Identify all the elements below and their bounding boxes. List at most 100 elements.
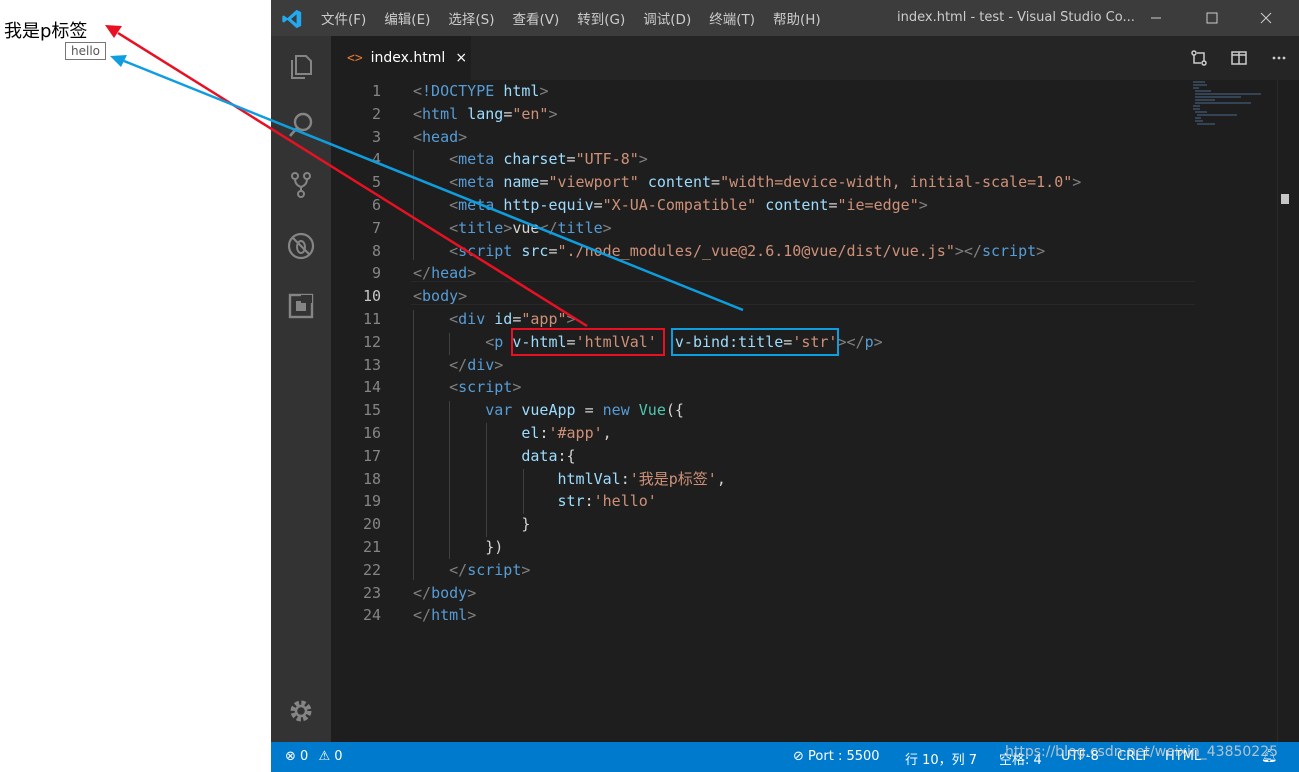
code-token: </ [413,583,432,602]
split-editor-icon[interactable] [1219,36,1259,80]
code-token: content [647,173,712,192]
code-token: name [503,173,540,192]
code-token: title [557,218,603,237]
code-line[interactable]: 8 <script src="./node_modules/_vue@2.6.1… [331,240,1211,263]
code-token: > [1072,173,1082,192]
code-text: <meta charset="UTF-8"> [413,148,648,171]
code-token: > [548,104,558,123]
code-text: <body> [413,285,467,308]
line-number: 19 [362,492,381,511]
problems-indicator[interactable]: ⊗ 0 ⚠ 0 [285,749,343,764]
code-line[interactable]: 12 <p v-html='htmlVal' v-bind:title='str… [331,331,1211,354]
code-token: vueApp [521,401,576,420]
code-token: > [512,378,522,397]
code-token: = [503,104,513,123]
menu-item-6[interactable]: 终端(T) [709,8,755,28]
explorer-icon[interactable] [284,50,318,84]
code-token: < [449,378,459,397]
code-editor[interactable]: 1 <!DOCTYPE html> 2 <html lang="en"> 3 <head>… [331,80,1299,742]
menu-item-5[interactable]: 调试(D) [643,8,691,28]
extensions-icon[interactable] [284,289,318,323]
code-line[interactable]: 17 data:{ [331,445,1211,468]
code-text: } [413,513,530,536]
code-text: <meta name="viewport" content="width=dev… [413,171,1081,194]
code-token: }) [413,538,504,556]
code-token: title [458,218,504,237]
line-number: 18 [362,469,381,488]
code-token: p [864,332,874,351]
compare-icon[interactable] [1179,36,1219,80]
activity-bar [271,36,331,742]
maximize-icon[interactable] [1189,0,1235,36]
code-token: el [521,424,540,442]
menu-item-2[interactable]: 选择(S) [448,8,494,28]
menu-item-7[interactable]: 帮助(H) [773,8,821,28]
tab-close-icon[interactable]: × [455,50,467,66]
code-line[interactable]: 2 <html lang="en"> [331,103,1211,126]
error-count: 0 [300,749,309,764]
code-line[interactable]: 14 <script> [331,376,1211,399]
vertical-scrollbar[interactable] [1277,80,1292,742]
code-line[interactable]: 10 <body> [331,285,1211,308]
code-token: > [602,218,612,237]
debug-icon[interactable] [284,229,318,263]
code-text: <title>vue</title> [413,217,612,240]
code-line[interactable]: 13 </div> [331,354,1211,377]
cursor-position[interactable]: 行 10，列 7 [905,749,977,768]
code-token: : [584,492,594,511]
vscode-logo-icon [282,9,302,29]
menu-item-1[interactable]: 编辑(E) [384,8,430,28]
code-token: var [485,401,513,420]
code-line[interactable]: 6 <meta http-equiv="X-UA-Compatible" con… [331,194,1211,217]
code-token: > [521,560,531,579]
minimize-icon[interactable] [1133,0,1179,36]
code-token: new [602,401,630,420]
code-text: <div id="app"> [413,308,575,331]
code-token: < [413,127,423,146]
line-number: 10 [362,287,381,306]
code-line[interactable]: 11 <div id="app"> [331,308,1211,331]
code-line[interactable]: 7 <title>vue</title> [331,217,1211,240]
close-icon[interactable] [1243,0,1289,36]
code-token: http-equiv [503,196,594,214]
code-token: > [467,264,477,283]
code-token: = [575,401,603,420]
search-icon[interactable] [284,108,318,142]
code-line[interactable]: 21 }) [331,536,1211,559]
code-token: < [449,150,459,169]
code-text: str:'hello' [413,490,657,513]
code-line[interactable]: 4 <meta charset="UTF-8"> [331,148,1211,171]
code-line[interactable]: 15 var vueApp = new Vue({ [331,399,1211,422]
settings-gear-icon[interactable] [284,694,318,728]
code-line[interactable]: 1 <!DOCTYPE html> [331,80,1211,103]
more-actions-icon[interactable] [1259,36,1299,80]
line-number: 17 [362,446,381,465]
code-line[interactable]: 22 </script> [331,559,1211,582]
code-line[interactable]: 3 <head> [331,126,1211,149]
line-number: 15 [362,401,381,420]
line-number: 2 [371,104,381,123]
live-server-status[interactable]: ⊘ Port : 5500 [793,749,880,764]
code-line[interactable]: 16 el:'#app', [331,422,1211,445]
code-line[interactable]: 5 <meta name="viewport" content="width=d… [331,171,1211,194]
code-line[interactable]: 18 htmlVal:'我是p标签', [331,468,1211,491]
scrollbar-marker [1281,194,1289,204]
code-token: '我是p标签' [629,469,717,488]
menu-item-3[interactable]: 查看(V) [513,8,560,28]
code-line[interactable]: 24 </html> [331,604,1211,627]
menu-item-0[interactable]: 文件(F) [321,8,366,28]
code-text: </head> [413,262,476,285]
menu-item-4[interactable]: 转到(G) [577,8,625,28]
tab-index-html[interactable]: <> index.html × [331,36,471,80]
code-line[interactable]: 20 } [331,513,1211,536]
code-line[interactable]: 19 str:'hello' [331,490,1211,513]
code-line[interactable]: 23 </body> [331,582,1211,605]
code-line[interactable]: 9 </head> [331,262,1211,285]
code-text: var vueApp = new Vue({ [413,399,684,422]
source-control-icon[interactable] [284,168,318,202]
